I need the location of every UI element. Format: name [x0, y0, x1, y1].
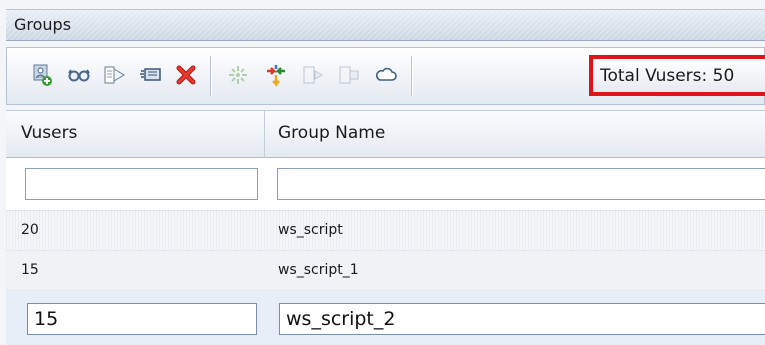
vusers-cell: 15: [21, 262, 39, 278]
vusers-filter-input[interactable]: [25, 168, 258, 200]
panel-title: Groups: [14, 15, 72, 34]
start-group-button[interactable]: [300, 62, 326, 88]
group-name-edit-input[interactable]: [279, 303, 765, 335]
edit-icon: [140, 68, 161, 81]
change-script-button[interactable]: [263, 62, 289, 88]
glasses-icon: [68, 69, 90, 82]
panel-title-bar: Groups: [6, 9, 765, 41]
cloud-button[interactable]: [373, 62, 399, 88]
groups-panel: Groups Total Vusers: 50 Vusers Group Nam…: [0, 0, 765, 345]
total-vusers-highlight: Total Vusers: 50: [589, 55, 765, 96]
start-group-icon: [303, 66, 324, 84]
cloud-icon: [376, 67, 397, 81]
table-row[interactable]: 20 ws_script: [6, 211, 765, 251]
column-header-group-name[interactable]: Group Name: [278, 123, 385, 143]
toolbar-separator: [210, 56, 211, 96]
total-vusers-label: Total Vusers: 50: [600, 66, 735, 86]
toolbar-separator: [411, 56, 412, 96]
groups-toolbar: Total Vusers: 50: [6, 47, 765, 105]
arrows-icon: [267, 65, 285, 87]
editing-row: [6, 291, 765, 345]
vusers-cell: 20: [21, 222, 39, 238]
distribute-button[interactable]: [225, 62, 251, 88]
stop-group-button[interactable]: [336, 62, 362, 88]
column-header-vusers[interactable]: Vusers: [21, 123, 77, 143]
delete-group-button[interactable]: [173, 62, 199, 88]
group-name-filter-input[interactable]: [277, 168, 765, 200]
vusers-edit-input[interactable]: [27, 303, 257, 335]
add-group-icon: [33, 64, 52, 86]
view-script-button[interactable]: [66, 62, 92, 88]
groups-table: Vusers Group Name 20 ws_script 15 ws_scr…: [6, 110, 765, 345]
delete-x-icon: [176, 65, 196, 85]
table-row[interactable]: 15 ws_script_1: [6, 251, 765, 291]
edit-runtime-button[interactable]: [138, 62, 164, 88]
run-script-button[interactable]: [101, 62, 127, 88]
distribute-icon: [229, 66, 247, 84]
table-header: Vusers Group Name: [6, 110, 765, 158]
play-script-icon: [104, 66, 125, 84]
group-name-cell: ws_script: [278, 222, 343, 238]
stop-group-icon: [339, 66, 359, 84]
add-group-button[interactable]: [29, 62, 55, 88]
filter-row: [6, 158, 765, 211]
group-name-cell: ws_script_1: [278, 262, 359, 278]
